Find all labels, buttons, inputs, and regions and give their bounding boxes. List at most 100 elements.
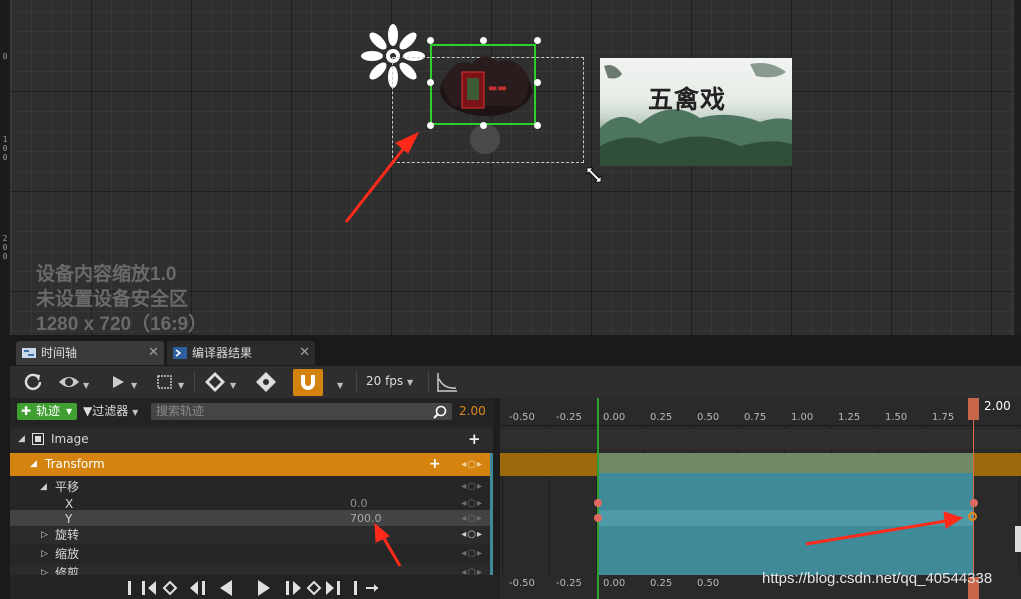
ruler-label-100: 100: [2, 135, 8, 162]
fps-dropdown[interactable]: 20 fps ▼: [366, 374, 413, 388]
background-image-widget[interactable]: 五禽戏: [600, 58, 792, 166]
keyframe-y-end-selected[interactable]: [968, 512, 977, 521]
resize-handle-r[interactable]: [534, 79, 541, 86]
eye-icon[interactable]: [58, 371, 80, 393]
snap-toggle-button[interactable]: [293, 369, 323, 396]
collapse-triangle-icon[interactable]: ◢: [18, 429, 25, 449]
image-icon: [32, 433, 44, 445]
tab-compiler-results[interactable]: 编译器结果 ✕: [167, 341, 315, 365]
safe-zone-info: 未设置设备安全区: [36, 289, 189, 310]
playback-start-marker-bottom: [597, 575, 599, 599]
track-row-translation[interactable]: ◢ 平移 ◂○▸: [10, 478, 493, 496]
timeline-area[interactable]: -0.50 -0.25 0.00 0.25 0.50 0.75 1.00 1.2…: [500, 398, 1021, 575]
toolbar-separator: [194, 371, 195, 393]
close-icon[interactable]: ✕: [148, 341, 159, 365]
step-back-frame-icon: [190, 581, 205, 595]
keyframe-x-end[interactable]: [970, 499, 978, 507]
timeline-icon: [22, 348, 36, 358]
expand-triangle-icon[interactable]: ▷: [41, 526, 48, 544]
timeline-right-tab[interactable]: [1015, 526, 1021, 552]
toolbar-separator: [356, 371, 357, 393]
designer-viewport[interactable]: 0 100 200 ▬▬ 五禽戏 设备内容缩放1.0 未设置设备安全区 1280…: [0, 0, 1021, 335]
timeline-row-image: [500, 429, 1021, 449]
step-forward-key-icon: [326, 581, 340, 595]
playback-start-marker[interactable]: [597, 398, 599, 575]
toolbar-separator: [428, 371, 429, 393]
resolution-info: 1280 x 720（16:9）: [36, 314, 208, 335]
filter-dropdown[interactable]: ▼过滤器 ▼: [83, 403, 138, 420]
track-label-shear: 修剪: [55, 566, 80, 575]
y-value-field[interactable]: 700.0: [350, 512, 382, 527]
search-tracks-input[interactable]: 搜索轨迹: [151, 403, 452, 420]
track-row-scale[interactable]: ▷ 缩放 ◂○▸: [10, 545, 493, 563]
ruler-label-0: 0: [2, 52, 8, 61]
key-navigation-icon[interactable]: ◂○▸: [461, 545, 483, 563]
key-settings-icon[interactable]: [255, 371, 277, 393]
time-tick: 1.75: [932, 412, 955, 423]
chevron-down-icon[interactable]: ▼: [230, 375, 236, 397]
key-navigation-icon[interactable]: ◂○▸: [461, 453, 483, 476]
selection-box[interactable]: [430, 44, 536, 125]
add-key-icon[interactable]: [204, 371, 226, 393]
chevron-down-icon[interactable]: ▼: [178, 375, 184, 397]
playhead-time-label: 2.00: [984, 399, 1011, 413]
key-navigation-icon[interactable]: ◂○▸: [461, 478, 483, 496]
panel-splitter[interactable]: [493, 398, 500, 599]
play-reverse-icon: [220, 580, 232, 596]
time-tick: 0.00: [603, 412, 626, 423]
time-tick: 0.75: [744, 412, 767, 423]
filter-icon: ▼: [83, 404, 93, 418]
compiler-icon: [173, 347, 187, 359]
viewport-scrollbar[interactable]: [1013, 0, 1021, 335]
resize-handle-b[interactable]: [480, 122, 487, 129]
keyframe-x-start[interactable]: [594, 499, 602, 507]
expand-triangle-icon[interactable]: ▷: [41, 545, 48, 563]
time-tick: -0.25: [556, 412, 582, 423]
key-navigation-icon[interactable]: ◂○▸: [461, 564, 483, 575]
search-icon: [433, 405, 447, 419]
close-icon[interactable]: ✕: [299, 341, 310, 365]
collapse-triangle-icon[interactable]: ◢: [30, 453, 37, 476]
resize-handle-br[interactable]: [534, 122, 541, 129]
tab-compiler-label: 编译器结果: [192, 346, 253, 360]
time-tick: 0.50: [697, 412, 720, 423]
track-row-shear[interactable]: ▷ 修剪 ◂○▸: [10, 564, 493, 575]
track-row-image[interactable]: ◢ Image +: [10, 429, 493, 449]
time-tick: 0.00: [603, 578, 626, 589]
track-outliner: ✚ 轨迹 ▼ ▼过滤器 ▼ 搜索轨迹 2.00 ◢ Image + ◢ Tran…: [10, 398, 493, 575]
add-key-plus-icon[interactable]: +: [429, 453, 441, 476]
track-row-transform[interactable]: ◢ Transform + ◂○▸: [10, 453, 493, 476]
add-subtrack-icon[interactable]: +: [468, 429, 481, 449]
add-track-button[interactable]: ✚ 轨迹 ▼: [17, 403, 77, 420]
time-ruler[interactable]: -0.50 -0.25 0.00 0.25 0.50 0.75 1.00 1.2…: [500, 398, 1021, 426]
expand-triangle-icon[interactable]: ▷: [41, 564, 48, 575]
resize-handle-t[interactable]: [480, 37, 487, 44]
collapse-triangle-icon[interactable]: ◢: [40, 478, 47, 496]
ruler-label-200: 200: [2, 234, 8, 261]
time-tick: 1.50: [885, 412, 908, 423]
playhead-line[interactable]: [973, 398, 974, 575]
selection-marquee-icon[interactable]: [156, 371, 174, 393]
tab-timeline[interactable]: 时间轴 ✕: [16, 341, 164, 365]
curve-editor-icon[interactable]: [436, 371, 458, 393]
watermark-text: https://blog.csdn.net/qq_40544338: [762, 570, 993, 587]
chevron-down-icon[interactable]: ▼: [337, 375, 343, 397]
chevron-down-icon[interactable]: ▼: [83, 375, 89, 397]
play-icon[interactable]: [110, 371, 128, 393]
track-row-rotation[interactable]: ▷ 旋转 ◂○▸: [10, 526, 493, 544]
dpi-scale-info: 设备内容缩放1.0: [36, 264, 177, 285]
resize-handle-tr[interactable]: [534, 37, 541, 44]
playhead-handle[interactable]: [968, 398, 979, 420]
left-gutter: [0, 366, 10, 599]
time-tick: -0.50: [509, 412, 535, 423]
panel-tab-strip: 时间轴 ✕ 编译器结果 ✕: [0, 335, 1021, 366]
chevron-down-icon[interactable]: ▼: [131, 375, 137, 397]
keyframe-y-start[interactable]: [594, 514, 602, 522]
resize-handle-l[interactable]: [427, 79, 434, 86]
key-navigation-icon[interactable]: ◂○▸: [461, 526, 483, 544]
refresh-icon[interactable]: [22, 371, 44, 393]
search-placeholder: 搜索轨迹: [156, 404, 205, 418]
resize-cursor-icon: [586, 167, 602, 183]
resize-handle-tl[interactable]: [427, 37, 434, 44]
resize-handle-bl[interactable]: [427, 122, 434, 129]
